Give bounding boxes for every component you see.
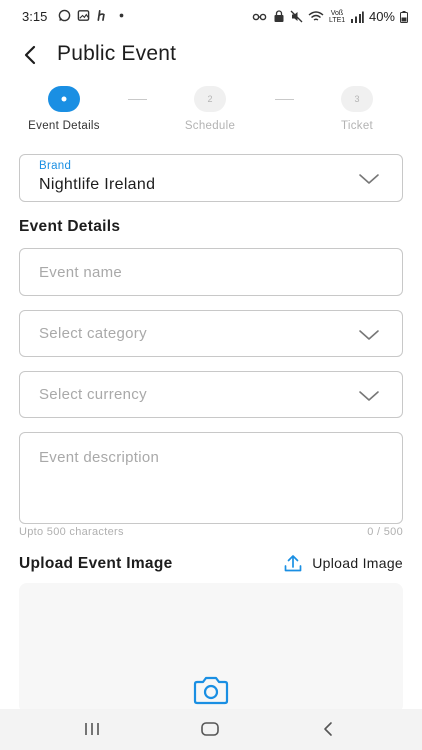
upload-button-label: Upload Image bbox=[312, 555, 403, 571]
event-description-textarea[interactable]: Event description bbox=[19, 432, 403, 524]
upload-section-title: Upload Event Image bbox=[19, 555, 173, 572]
event-name-input[interactable]: Event name bbox=[19, 248, 403, 296]
chevron-down-icon bbox=[359, 391, 379, 401]
lock-icon bbox=[274, 10, 284, 22]
gallery-icon bbox=[77, 10, 90, 21]
upload-image-button[interactable]: Upload Image bbox=[283, 553, 403, 573]
step-ticket[interactable]: 3 Ticket bbox=[302, 86, 412, 132]
section-title: Event Details bbox=[19, 218, 121, 235]
description-placeholder: Event description bbox=[39, 449, 160, 466]
currency-placeholder: Select currency bbox=[39, 386, 147, 403]
status-right: Voß LTE1 40% bbox=[252, 9, 408, 24]
step-label: Ticket bbox=[340, 120, 374, 132]
chevron-down-icon bbox=[359, 330, 379, 340]
character-limit-hint: Upto 500 characters bbox=[19, 526, 124, 538]
back-button[interactable] bbox=[16, 40, 44, 70]
step-indicator: 3 bbox=[341, 86, 373, 112]
step-label: Schedule bbox=[184, 120, 236, 132]
recent-apps-button[interactable] bbox=[80, 719, 104, 739]
step-indicator-active bbox=[48, 86, 80, 112]
app-h-icon bbox=[97, 10, 105, 21]
step-indicator: 2 bbox=[194, 86, 226, 112]
key-icon bbox=[252, 13, 267, 20]
upload-row: Upload Event Image Upload Image bbox=[19, 553, 403, 575]
event-name-placeholder: Event name bbox=[39, 264, 123, 281]
character-counter: 0 / 500 bbox=[367, 526, 403, 538]
battery-icon bbox=[400, 10, 408, 23]
step-connector bbox=[128, 99, 147, 100]
system-nav-bar bbox=[0, 709, 422, 750]
camera-icon bbox=[193, 676, 229, 705]
status-bar: 3:15 Voß LTE1 40% bbox=[0, 0, 422, 34]
status-time: 3:15 bbox=[22, 9, 48, 24]
signal-icon bbox=[350, 11, 364, 23]
step-connector bbox=[275, 99, 294, 100]
nav-back-icon bbox=[324, 722, 332, 736]
currency-select[interactable]: Select currency bbox=[19, 371, 403, 418]
back-arrow-icon bbox=[24, 45, 36, 65]
step-event-details[interactable]: Event Details bbox=[9, 86, 119, 132]
mute-icon bbox=[290, 10, 303, 23]
network-label: Voß LTE1 bbox=[328, 9, 346, 24]
app-header: Public Event bbox=[0, 38, 422, 72]
brand-select[interactable]: Brand Nightlife Ireland bbox=[19, 154, 403, 202]
upload-icon bbox=[284, 555, 302, 572]
notification-icons bbox=[58, 9, 128, 22]
step-schedule[interactable]: 2 Schedule bbox=[155, 86, 265, 132]
step-dot-icon bbox=[61, 96, 67, 102]
system-back-button[interactable] bbox=[316, 719, 340, 739]
brand-label: Brand bbox=[39, 160, 72, 172]
camera-button[interactable] bbox=[191, 675, 231, 707]
category-placeholder: Select category bbox=[39, 325, 147, 342]
recent-apps-icon bbox=[85, 723, 99, 735]
home-button[interactable] bbox=[198, 719, 222, 739]
category-select[interactable]: Select category bbox=[19, 310, 403, 357]
dot-icon bbox=[119, 13, 124, 18]
home-icon bbox=[201, 722, 219, 736]
page-title: Public Event bbox=[57, 42, 177, 65]
step-label: Event Details bbox=[28, 120, 100, 132]
chevron-down-icon bbox=[359, 174, 379, 184]
brand-value: Nightlife Ireland bbox=[39, 176, 156, 193]
image-upload-area[interactable] bbox=[19, 583, 403, 713]
wifi-icon bbox=[308, 11, 324, 21]
battery-percent: 40% bbox=[368, 9, 395, 24]
whatsapp-icon bbox=[58, 9, 71, 22]
stepper: Event Details 2 Schedule 3 Ticket bbox=[0, 86, 422, 136]
